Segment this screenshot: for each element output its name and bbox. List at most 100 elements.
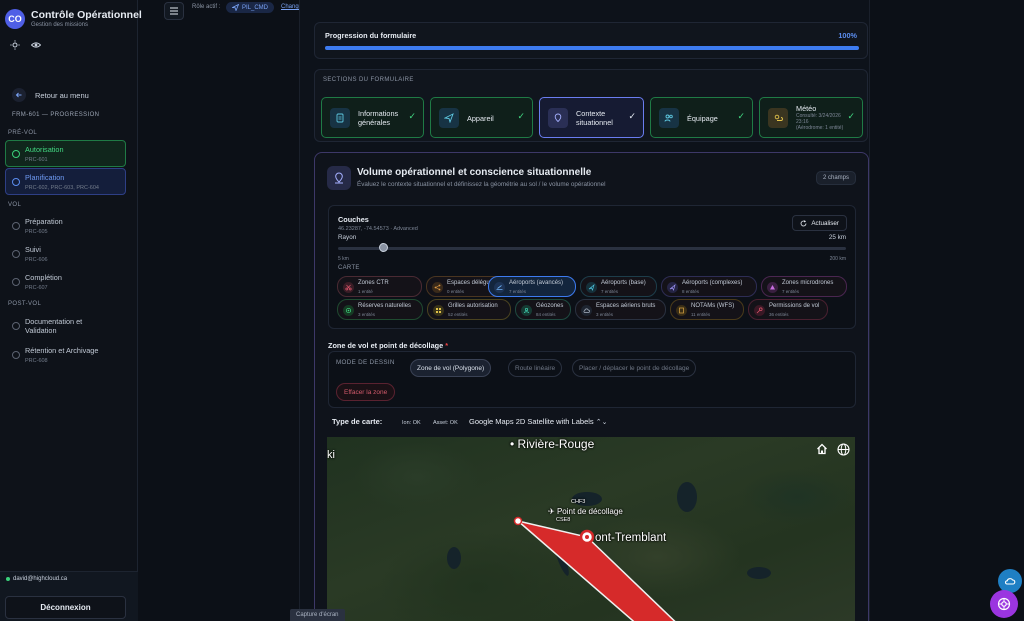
circle-icon bbox=[12, 322, 20, 330]
section-meteo[interactable]: Météo Consulté: 3/24/2026 23:16 (Aérodrome:… bbox=[759, 97, 863, 138]
plane-icon bbox=[667, 282, 678, 293]
clear-zone-button[interactable]: Effacer la zone bbox=[336, 383, 396, 401]
sidebar-item-documentation[interactable]: Documentation et Validation bbox=[5, 312, 126, 340]
layers-title: Couches bbox=[338, 215, 369, 224]
check-icon: ✓ bbox=[628, 111, 636, 121]
map-label-city2: ont-Tremblant bbox=[595, 532, 667, 544]
section-contexte-situationnel[interactable]: Contexte situationnel ✓ bbox=[539, 97, 644, 138]
cloud-icon bbox=[581, 305, 592, 316]
users-icon bbox=[659, 108, 679, 128]
asset-status: Asset: OK bbox=[433, 420, 458, 426]
form-sections-card: SECTIONS DU FORMULAIRE Informations génér… bbox=[314, 69, 868, 142]
place-takeoff-button[interactable]: Placer / déplacer le point de décollage bbox=[572, 359, 697, 377]
user-panel: david@highcloud.ca Déconnexion bbox=[0, 571, 138, 621]
leaf-icon bbox=[343, 305, 354, 316]
arrow-left-icon bbox=[12, 88, 26, 102]
section-equipage[interactable]: Équipage ✓ bbox=[650, 97, 753, 138]
progress-bar bbox=[325, 46, 859, 50]
map-canvas[interactable]: ki • Rivière-Rouge ont-Tremblant CHF3 ✈ … bbox=[327, 437, 855, 621]
chip-espaces-aeriens-bruts[interactable]: Espaces aériens bruts 3 entités bbox=[575, 299, 666, 320]
chip-permissions-de-vol[interactable]: Permissions de vol 36 entités bbox=[748, 299, 828, 320]
logout-button[interactable]: Déconnexion bbox=[5, 596, 126, 619]
flight-zone-overlay bbox=[513, 516, 676, 621]
circle-icon bbox=[12, 222, 20, 230]
chip-reserves-naturelles[interactable]: Réserves naturelles 3 entités bbox=[337, 299, 423, 320]
progression-title: FRM-601 — PROGRESSION bbox=[12, 112, 100, 118]
circle-icon bbox=[12, 351, 20, 359]
layers-coords: 46.23287, -74.54573 · Advanced bbox=[338, 226, 418, 232]
sidebar-item-suivi[interactable]: Suivi PRC-606 bbox=[5, 240, 126, 267]
chip-geozones[interactable]: Géozones 84 entités bbox=[515, 299, 571, 320]
chip-aeroports-complexes[interactable]: Aéroports (complexes) 8 entités bbox=[661, 276, 757, 297]
radius-slider-thumb[interactable] bbox=[379, 243, 389, 252]
assistant-button[interactable] bbox=[990, 590, 1018, 618]
grid-icon bbox=[433, 305, 444, 316]
plane-icon bbox=[494, 282, 505, 293]
map-label-code2: CSE8 bbox=[556, 517, 571, 523]
sidebar: CO Contrôle Opérationnel Gestion des mis… bbox=[0, 0, 142, 621]
role-label: Rôle actif : bbox=[192, 4, 221, 10]
zone-label: Zone de vol et point de décollage * bbox=[328, 341, 449, 350]
map-pin-icon bbox=[327, 166, 351, 190]
section-informations-generales[interactable]: Informations générales ✓ bbox=[321, 97, 424, 138]
check-circle-icon bbox=[12, 150, 20, 158]
sun-icon[interactable] bbox=[8, 38, 22, 52]
card-title: Volume opérationnel et conscience situat… bbox=[357, 167, 592, 178]
radius-slider-track[interactable] bbox=[338, 247, 846, 250]
chevron-updown-icon: ⌃⌄ bbox=[595, 419, 608, 426]
chip-aeroports-base[interactable]: Aéroports (base) 7 entités bbox=[580, 276, 657, 297]
back-to-menu-link[interactable]: Retour au menu bbox=[12, 88, 89, 102]
cloud-icon bbox=[1004, 578, 1016, 585]
circle-icon bbox=[12, 250, 20, 258]
chip-notams[interactable]: NOTAMs (WFS) 11 entités bbox=[670, 299, 744, 320]
progress-label: Progression du formulaire bbox=[325, 31, 417, 40]
chip-zones-microdrones[interactable]: Zones microdrones 7 entités bbox=[761, 276, 847, 297]
sections-title: SECTIONS DU FORMULAIRE bbox=[323, 77, 414, 83]
situational-volume-card: Volume opérationnel et conscience situat… bbox=[314, 152, 869, 621]
plane-icon bbox=[232, 4, 239, 11]
section-vol: VOL bbox=[8, 202, 22, 208]
map-label-left: ki bbox=[327, 449, 335, 461]
share-icon bbox=[432, 282, 443, 293]
globe-icon[interactable] bbox=[834, 440, 852, 458]
document-icon bbox=[676, 305, 687, 316]
progress-value: 100% bbox=[838, 31, 857, 40]
chip-aeroports-avances[interactable]: Aéroports (avancés) 7 entités bbox=[488, 276, 576, 297]
map-label-code1: CHF3 bbox=[571, 499, 586, 505]
refresh-icon bbox=[801, 219, 807, 226]
key-icon bbox=[754, 305, 765, 316]
screenshot-tab[interactable]: Capture d'écran bbox=[290, 609, 345, 621]
check-icon: ✓ bbox=[737, 111, 745, 121]
takeoff-marker-label: ✈ Point de décollage bbox=[548, 507, 623, 516]
sun-cloud-icon bbox=[768, 108, 788, 128]
check-icon: ✓ bbox=[847, 111, 855, 121]
ion-status: Ion: OK bbox=[402, 420, 421, 426]
layers-panel: Couches 46.23287, -74.54573 · Advanced R… bbox=[328, 205, 856, 329]
polygon-mode-button[interactable]: Zone de vol (Polygone) bbox=[410, 359, 492, 377]
drone-icon bbox=[439, 108, 459, 128]
role-badge: PIL_CMD bbox=[226, 2, 275, 13]
refresh-button[interactable]: Actualiser bbox=[792, 215, 847, 231]
sidebar-item-retention[interactable]: Rétention et Archivage PRC-608 bbox=[5, 341, 126, 368]
radius-label: Rayon bbox=[338, 234, 357, 241]
sidebar-item-autorisation[interactable]: Autorisation PRC-601 bbox=[5, 140, 126, 167]
map-type-label: Type de carte: bbox=[332, 417, 383, 426]
menu-icon[interactable] bbox=[164, 2, 184, 20]
progress-card: Progression du formulaire 100% bbox=[314, 22, 868, 59]
map-type-select[interactable]: Google Maps 2D Satellite with Labels ⌃⌄ bbox=[469, 417, 607, 426]
radius-max: 200 km bbox=[829, 256, 846, 262]
eye-icon[interactable] bbox=[29, 38, 43, 52]
home-icon[interactable] bbox=[813, 440, 831, 458]
drone-icon bbox=[767, 282, 778, 293]
sidebar-item-completion[interactable]: Complétion PRC-607 bbox=[5, 268, 126, 295]
section-appareil[interactable]: Appareil ✓ bbox=[430, 97, 533, 138]
sidebar-item-preparation[interactable]: Préparation PRC-605 bbox=[5, 212, 126, 239]
card-description: Évaluez le contexte situationnel et défi… bbox=[357, 181, 606, 188]
chip-grilles-autorisation[interactable]: Grilles autorisation 52 entités bbox=[427, 299, 511, 320]
app-logo: CO bbox=[5, 9, 25, 29]
check-circle-icon bbox=[12, 178, 20, 186]
lifebuoy-icon bbox=[997, 597, 1011, 611]
route-mode-button[interactable]: Route linéaire bbox=[508, 359, 563, 377]
chip-zones-ctr[interactable]: Zones CTR 1 entité bbox=[337, 276, 422, 297]
sidebar-item-planification[interactable]: Planification PRC-602, PRC-603, PRC-604 bbox=[5, 168, 126, 195]
